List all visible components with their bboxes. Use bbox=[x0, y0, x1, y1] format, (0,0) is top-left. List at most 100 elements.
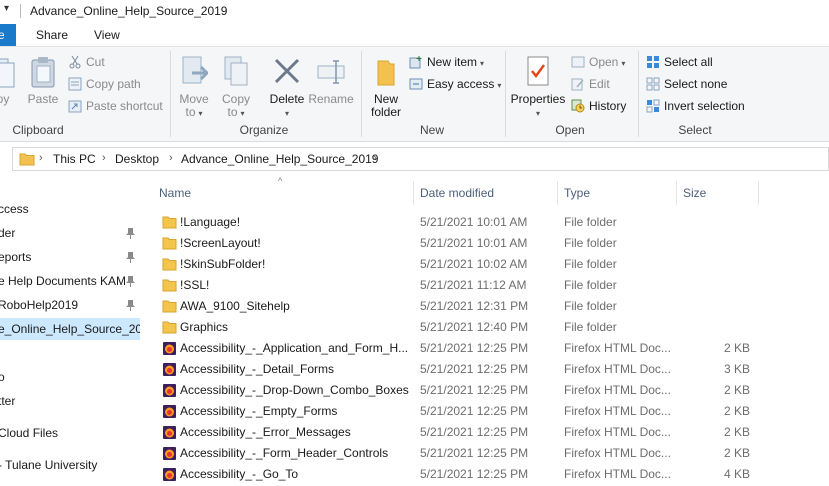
folder-icon bbox=[162, 216, 177, 229]
delete-button[interactable]: Delete ▾ bbox=[266, 55, 308, 120]
file-row[interactable]: !ScreenLayout! 5/21/2021 10:01 AM File fol… bbox=[140, 233, 829, 254]
copy-label: py bbox=[0, 92, 10, 106]
breadcrumb-chevron-icon[interactable]: › bbox=[102, 152, 106, 164]
sidebar-item-label: e Help Documents KAM bbox=[0, 274, 127, 288]
sidebar-item[interactable]: RoboHelp2019 bbox=[0, 294, 140, 316]
open-button[interactable]: Open ▾ bbox=[571, 53, 625, 71]
file-row[interactable]: Accessibility_-_Empty_Forms 5/21/2021 12:… bbox=[140, 401, 829, 422]
file-row[interactable]: !SSL! 5/21/2021 11:12 AM File folder bbox=[140, 275, 829, 296]
file-size: 2 KB bbox=[723, 425, 750, 439]
edit-button[interactable]: Edit bbox=[571, 75, 610, 93]
breadcrumb-this-pc[interactable]: This PC bbox=[53, 152, 96, 166]
tab-view[interactable]: View bbox=[94, 24, 120, 46]
file-row[interactable]: Accessibility_-_Application_and_Form_H..… bbox=[140, 338, 829, 359]
select-none-button[interactable]: Select none bbox=[646, 75, 727, 93]
chevron-down-icon: ▾ bbox=[240, 109, 245, 118]
pin-icon[interactable] bbox=[125, 275, 136, 287]
file-name: Accessibility_-_Empty_Forms bbox=[180, 404, 338, 418]
copy-to-label-1: Copy bbox=[221, 92, 250, 106]
sidebar-item[interactable]: - Tulane University bbox=[0, 454, 140, 476]
new-folder-button[interactable]: New folder bbox=[366, 55, 406, 119]
address-bar[interactable]: › This PC › Desktop › Advance_Online_Hel… bbox=[12, 147, 829, 171]
file-row[interactable]: AWA_9100_Sitehelp 5/21/2021 12:31 PM File … bbox=[140, 296, 829, 317]
sidebar-item[interactable]: der bbox=[0, 222, 140, 244]
file-row[interactable]: Accessibility_-_Error_Messages 5/21/2021 … bbox=[140, 422, 829, 443]
breadcrumb-desktop[interactable]: Desktop bbox=[115, 152, 159, 166]
open-label: Open bbox=[589, 55, 619, 69]
file-type: Firefox HTML Doc... bbox=[564, 362, 671, 376]
file-row[interactable]: Graphics 5/21/2021 12:40 PM File folder bbox=[140, 317, 829, 338]
easy-access-button[interactable]: Easy access ▾ bbox=[409, 75, 501, 93]
sidebar-item[interactable]: o bbox=[0, 366, 140, 388]
chevron-down-icon: ▾ bbox=[480, 59, 485, 68]
tab-file[interactable]: e bbox=[0, 24, 16, 46]
breadcrumb-chevron-icon[interactable]: › bbox=[169, 152, 173, 164]
firefox-html-icon bbox=[163, 426, 176, 439]
pin-icon[interactable] bbox=[125, 251, 136, 263]
file-size: 3 KB bbox=[723, 362, 750, 376]
history-icon bbox=[571, 99, 585, 113]
move-to-button[interactable]: Move to ▾ bbox=[176, 55, 212, 120]
file-date-modified: 5/21/2021 12:40 PM bbox=[420, 320, 529, 334]
paste-shortcut-button[interactable]: Paste shortcut bbox=[68, 97, 163, 115]
file-type: File folder bbox=[564, 320, 617, 334]
breadcrumb-chevron-icon[interactable]: › bbox=[39, 152, 43, 164]
file-row[interactable]: Accessibility_-_Detail_Forms 5/21/2021 12… bbox=[140, 359, 829, 380]
folder-icon bbox=[162, 237, 177, 250]
properties-button[interactable]: Properties ▾ bbox=[510, 55, 566, 120]
sidebar-item[interactable]: e Help Documents KAM bbox=[0, 270, 140, 292]
sidebar-item[interactable]: e_Online_Help_Source_201 bbox=[0, 318, 140, 340]
quick-access-dropdown-icon[interactable]: ▾ bbox=[4, 3, 9, 14]
folder-icon bbox=[162, 279, 177, 292]
sort-ascending-icon: ^ bbox=[278, 176, 283, 186]
column-header-size[interactable]: Size bbox=[683, 183, 706, 203]
copy-path-button[interactable]: Copy path bbox=[68, 75, 141, 93]
pin-icon[interactable] bbox=[125, 227, 136, 239]
copy-button[interactable]: py bbox=[0, 55, 18, 106]
sidebar-item[interactable]: tter bbox=[0, 390, 140, 412]
breadcrumb-chevron-icon[interactable]: › bbox=[373, 152, 377, 164]
column-header-type[interactable]: Type bbox=[564, 183, 590, 203]
properties-icon bbox=[527, 56, 549, 86]
invert-selection-icon bbox=[646, 99, 660, 113]
pin-icon[interactable] bbox=[125, 299, 136, 311]
file-row[interactable]: Accessibility_-_Form_Header_Controls 5/21… bbox=[140, 443, 829, 464]
paste-button[interactable]: Paste bbox=[26, 55, 60, 106]
folder-icon bbox=[162, 321, 177, 334]
invert-selection-label: Invert selection bbox=[664, 99, 745, 113]
copy-to-label-2: to bbox=[227, 105, 238, 119]
column-divider[interactable] bbox=[557, 181, 558, 205]
history-button[interactable]: History bbox=[571, 97, 626, 115]
column-divider[interactable] bbox=[758, 181, 759, 205]
file-row[interactable]: !Language! 5/21/2021 10:01 AM File folder bbox=[140, 212, 829, 233]
column-header-name[interactable]: Name bbox=[159, 183, 191, 203]
folder-icon bbox=[19, 153, 35, 166]
cut-button[interactable]: Cut bbox=[68, 53, 105, 71]
rename-label: Rename bbox=[308, 92, 354, 106]
rename-button[interactable]: Rename bbox=[308, 55, 354, 106]
sidebar-item[interactable] bbox=[0, 342, 140, 364]
copy-to-button[interactable]: Copy to ▾ bbox=[218, 55, 254, 120]
select-all-label: Select all bbox=[664, 55, 713, 69]
column-header-date-modified[interactable]: Date modified bbox=[420, 183, 494, 203]
select-all-button[interactable]: Select all bbox=[646, 53, 713, 71]
file-size: 2 KB bbox=[723, 341, 750, 355]
tab-share[interactable]: Share bbox=[36, 24, 68, 46]
group-divider bbox=[638, 51, 639, 137]
file-date-modified: 5/21/2021 12:25 PM bbox=[420, 383, 529, 397]
sidebar-item[interactable]: Cloud Files bbox=[0, 422, 140, 444]
file-row[interactable]: Accessibility_-_Drop-Down_Combo_Boxes 5/2… bbox=[140, 380, 829, 401]
file-date-modified: 5/21/2021 12:31 PM bbox=[420, 299, 529, 313]
sidebar-item[interactable]: eports bbox=[0, 246, 140, 268]
firefox-html-icon bbox=[163, 342, 176, 355]
invert-selection-button[interactable]: Invert selection bbox=[646, 97, 745, 115]
sidebar-item-label: ccess bbox=[0, 202, 29, 216]
cut-label: Cut bbox=[86, 55, 105, 69]
new-item-button[interactable]: New item ▾ bbox=[409, 53, 484, 71]
breadcrumb-current-folder[interactable]: Advance_Online_Help_Source_2019 bbox=[181, 152, 378, 166]
file-row[interactable]: Accessibility_-_Go_To 5/21/2021 12:25 PM F… bbox=[140, 464, 829, 485]
sidebar-item[interactable]: ccess bbox=[0, 198, 140, 220]
file-row[interactable]: !SkinSubFolder! 5/21/2021 10:02 AM File fo… bbox=[140, 254, 829, 275]
column-divider[interactable] bbox=[676, 181, 677, 205]
column-divider[interactable] bbox=[413, 181, 414, 205]
